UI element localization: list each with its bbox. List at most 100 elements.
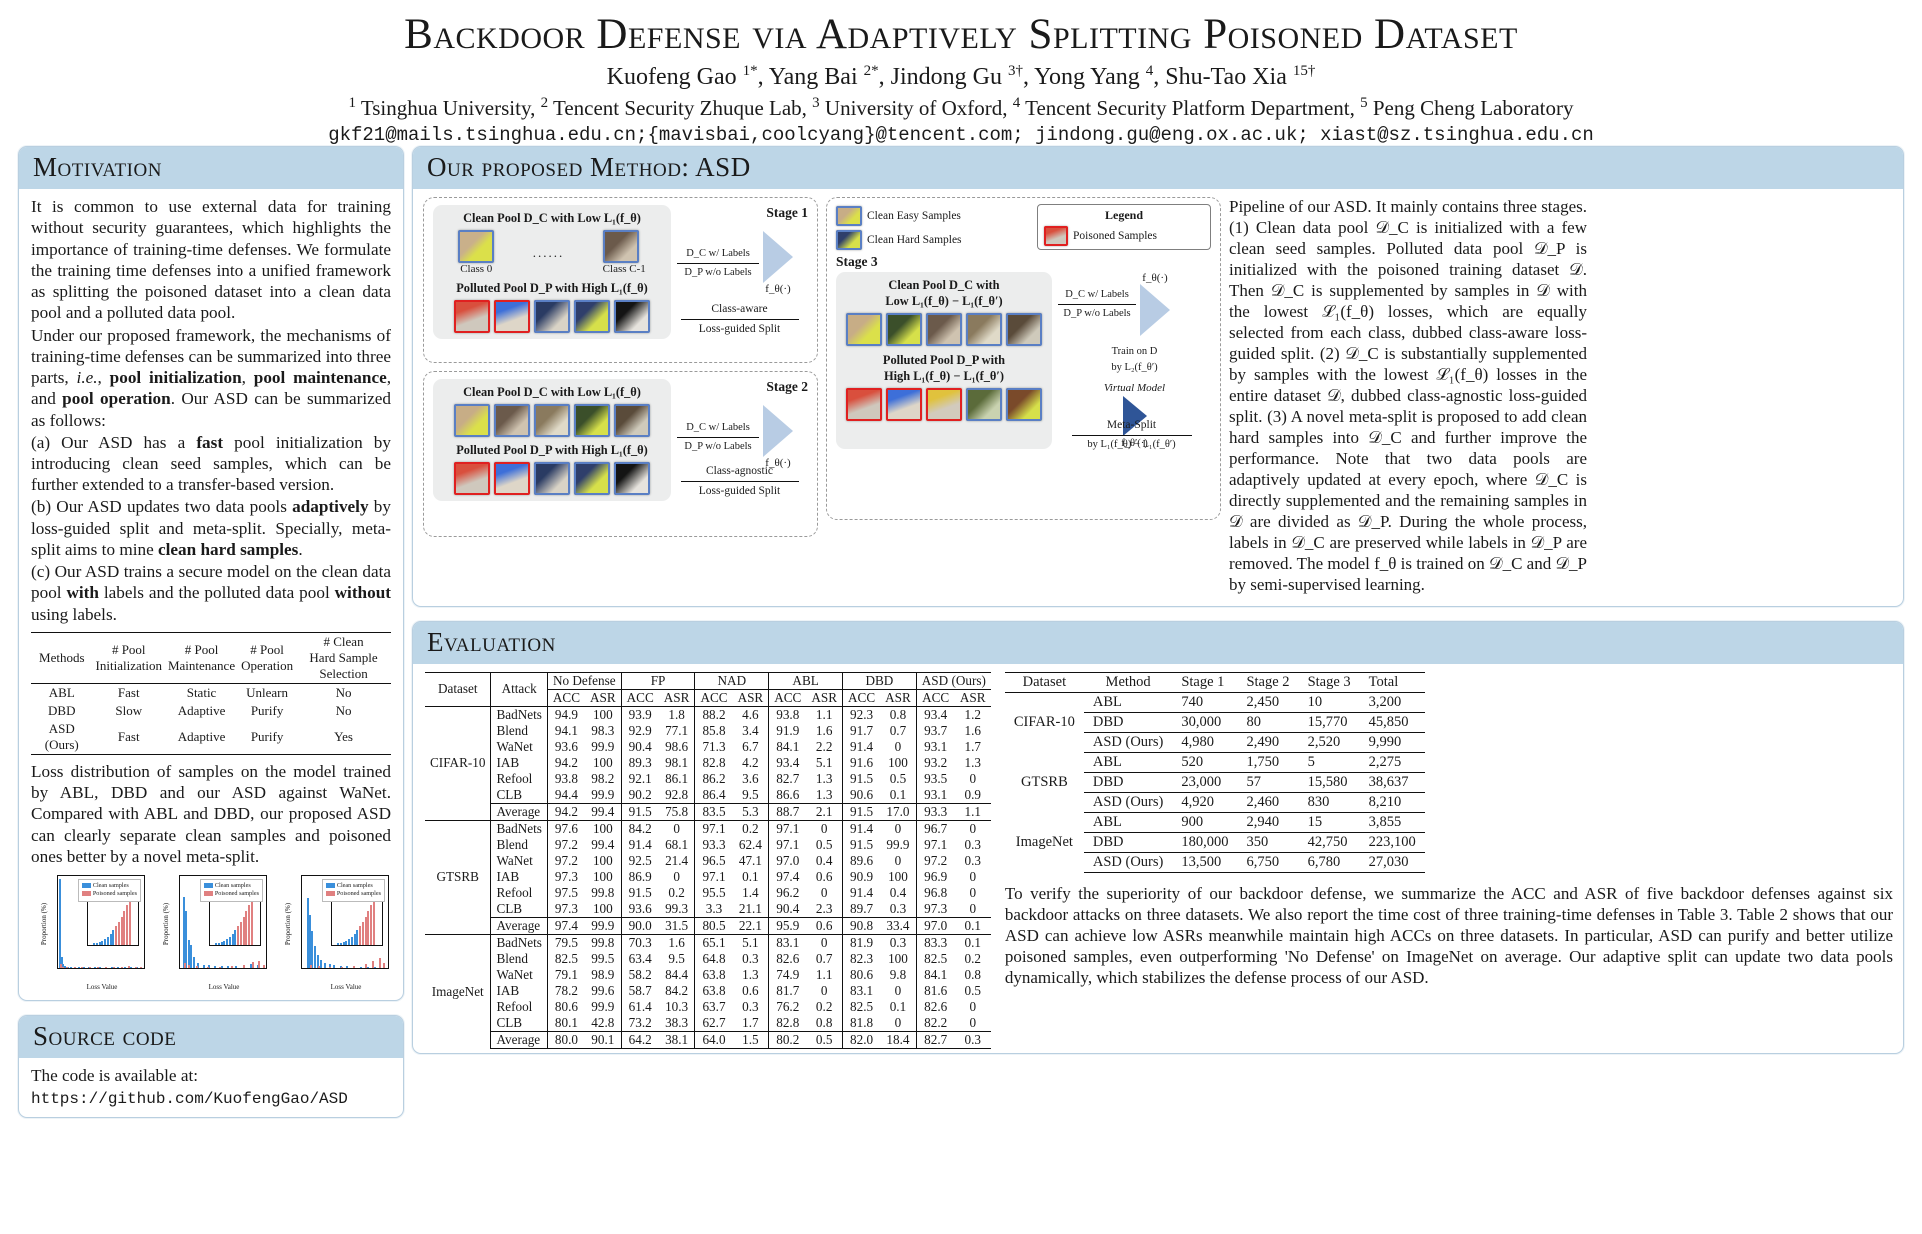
table-cell: 2,275 (1359, 752, 1425, 773)
legend-entry: Clean samples (325, 882, 381, 890)
table-cell: Static (186, 684, 217, 700)
result-cell: 86.2 (694, 770, 733, 787)
table-row: Refool 80.6 99.9 61.4 10.3 63.7 0.3 76.2 0.2 82.5… (425, 998, 991, 1015)
source-code-link[interactable]: https://github.com/KuofengGao/ASD (31, 1090, 391, 1108)
table-cell: DBD (1083, 832, 1173, 853)
result-cell: 89.7 (842, 900, 881, 918)
source-code-body: The code is available at: https://github… (19, 1058, 403, 1117)
stage3-split-line1: Meta-Split (1106, 418, 1157, 431)
histogram-bar (383, 962, 386, 969)
result-cell: 93.4 (768, 754, 807, 771)
result-cell: 0.8 (880, 705, 917, 723)
stage1-label: Stage 1 (766, 205, 808, 221)
dataset-name-cell: ImageNet (1015, 833, 1073, 850)
result-cell: 90.4 (620, 738, 659, 755)
histogram-bar (123, 967, 126, 969)
stage2-clean-thumbs (441, 404, 663, 438)
inset-histogram-bar (339, 942, 342, 946)
table-row: IAB 94.2 100 89.3 98.1 82.8 4.2 93.4 5.1 91.6 100 9… (425, 754, 991, 771)
attack-name-cell: BadNets (490, 933, 548, 951)
result-cell: 79.5 (546, 933, 585, 951)
result-cell: 63.8 (694, 982, 733, 999)
stage3-model-label: f_θ(·) (1142, 272, 1168, 285)
result-cell: 82.5 (915, 950, 955, 967)
result-cell: 95.5 (694, 884, 733, 901)
result-cell: 99.8 (591, 884, 615, 900)
inset-histogram-bar (353, 933, 356, 946)
result-cell: 97.3 (546, 868, 585, 885)
chart-inset (87, 896, 140, 947)
result-cell: 81.8 (842, 1014, 881, 1032)
result-cell: 9.5 (742, 786, 759, 802)
legend-item-label: Clean Hard Samples (867, 234, 962, 247)
result-cell: 91.5 (842, 802, 881, 821)
histogram-bar (140, 967, 143, 969)
sample-thumbnail (494, 404, 530, 438)
result-cell: 0 (969, 998, 977, 1014)
table-cell: 10 (1298, 692, 1360, 713)
result-cell: 47.1 (738, 852, 762, 868)
result-cell: 0.5 (964, 982, 981, 998)
result-cell: 93.5 (915, 770, 955, 787)
poisoned-sample-thumbnail (886, 388, 922, 422)
result-cell: 1.2 (954, 705, 991, 723)
table-cell: ASD (Ours) (1083, 852, 1173, 873)
stage1-arrow-bottom-label: D_P w/o Labels (684, 266, 752, 278)
histogram-bar (319, 959, 322, 969)
histogram-bar (364, 964, 367, 969)
result-cell: 82.2 (915, 1014, 955, 1032)
inset-histogram-bar (370, 905, 373, 946)
result-cell: 99.9 (591, 738, 615, 754)
group-column-header: NAD (694, 671, 769, 690)
result-cell: 0 (658, 819, 695, 837)
result-cell: 0.5 (815, 836, 833, 852)
result-cell: 0.1 (954, 933, 991, 951)
stage-2-box: Clean Pool D_C with Low L₁(f_θ) Polluted… (423, 371, 818, 538)
table-row: Average 80.0 90.1 64.2 38.1 64.0 1.5 80.2 0.5 82.… (425, 1030, 991, 1049)
stage1-arrow-top-label: D_C w/ Labels (686, 247, 750, 259)
result-cell: 99.8 (585, 933, 622, 951)
stage1-class-first-label: Class 0 (460, 263, 493, 276)
result-cell: 90.1 (585, 1030, 622, 1049)
sample-thumbnail (534, 404, 570, 438)
result-cell: 0.9 (964, 786, 981, 802)
results-table-body: CIFAR-10 BadNets 94.9 100 93.9 1.8 88.2 4.6 93.8… (425, 705, 991, 1049)
result-cell: 97.1 (915, 836, 955, 853)
table-cell: 15,580 (1298, 772, 1360, 793)
result-cell: 17.0 (880, 802, 917, 821)
sample-thumbnail (614, 462, 650, 496)
table-row: CLB 97.3 100 93.6 99.3 3.3 21.1 90.4 2.3 89.7 0.3 9… (425, 900, 991, 918)
result-cell: 75.8 (658, 802, 695, 821)
table-row: WaNet 93.6 99.9 90.4 98.6 71.3 6.7 84.1 2.2 91.4 0… (425, 738, 991, 755)
result-cell: 6.7 (742, 738, 759, 754)
result-cell: 98.1 (665, 754, 689, 770)
column-subheader: ASR (954, 689, 991, 707)
result-cell: 91.7 (842, 722, 881, 739)
result-cell: 64.8 (694, 950, 733, 967)
result-cell: 0 (673, 868, 680, 884)
result-cell: 83.5 (694, 802, 733, 821)
result-cell: 91.5 (620, 802, 659, 821)
result-cell: 96.5 (694, 852, 733, 869)
method-panel: Our proposed Method: ASD Clean Pool D_C … (412, 146, 1904, 607)
poisoned-sample-thumbnail (454, 462, 490, 496)
result-cell: 0.5 (889, 770, 907, 786)
motivation-paragraph-3: (a) Our ASD has a fast pool initializati… (31, 432, 391, 495)
column-subheader: ACC (620, 689, 659, 707)
attack-name-cell: WaNet (490, 852, 548, 869)
table-cell: 2,490 (1237, 732, 1299, 753)
table-row: Refool 97.5 99.8 91.5 0.2 95.5 1.4 96.2 0 91.4 0.4… (425, 884, 991, 901)
stage2-arrow-top-label: D_C w/ Labels (686, 421, 750, 433)
result-cell: 98.9 (591, 966, 615, 982)
result-cell: 92.1 (620, 770, 659, 787)
table-row: ImageNet BadNets 79.5 99.8 70.3 1.6 65.1 5.1 83.… (425, 933, 991, 1049)
table-header-row: Methods # Pool Initialization # Pool Mainten… (31, 631, 391, 684)
table-row: CLB 80.1 42.8 73.2 38.3 62.7 1.7 82.8 0.8 81.8 0 82… (425, 1014, 991, 1032)
inset-histogram-bar (372, 901, 375, 946)
column-header: Stage 3 (1298, 671, 1360, 693)
table-cell: 3,200 (1359, 692, 1425, 713)
result-cell: 93.4 (915, 705, 955, 723)
stage2-polluted-thumbs (441, 462, 663, 496)
table-row: IAB 78.2 99.6 58.7 84.2 63.8 0.6 81.7 0 83.1 0 81.6… (425, 982, 991, 999)
result-cell: 91.6 (842, 754, 881, 771)
